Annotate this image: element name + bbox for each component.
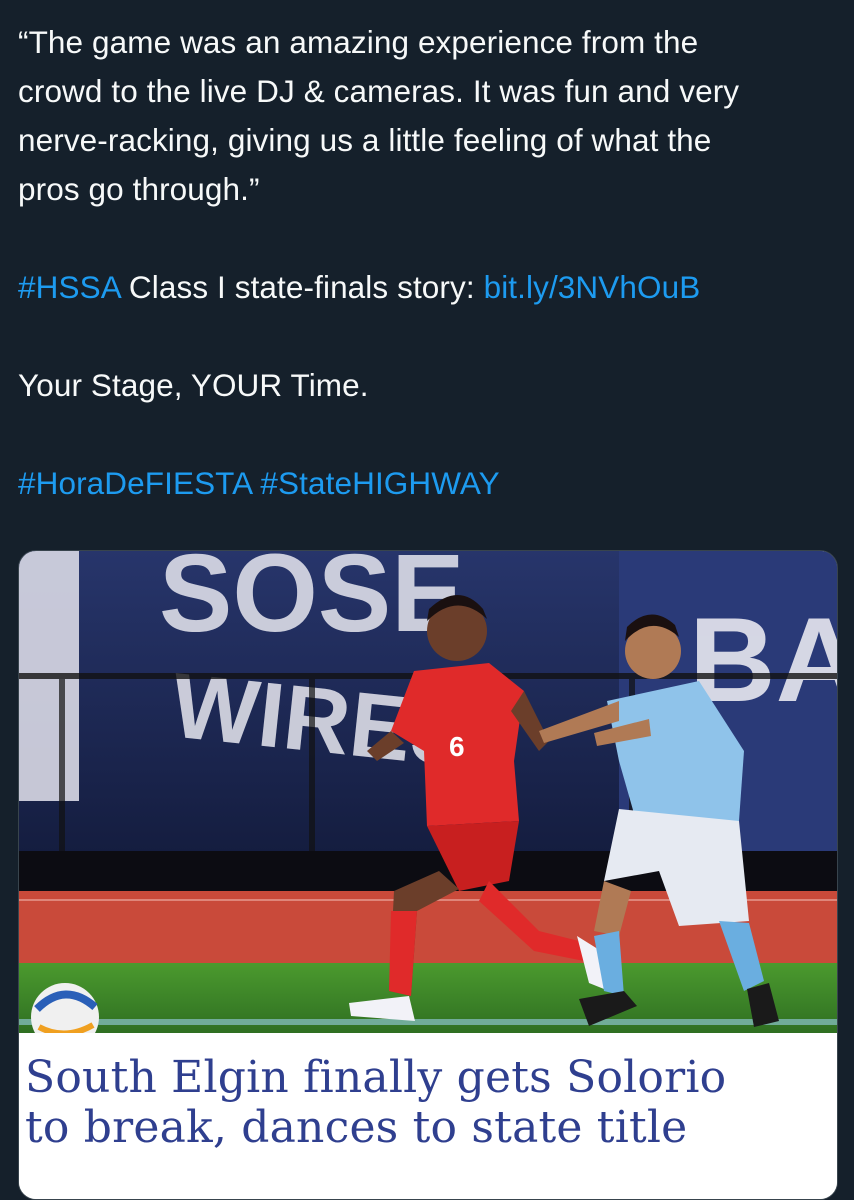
hashtag-line: #HoraDeFIESTA #StateHIGHWAY — [18, 459, 838, 508]
story-link[interactable]: bit.ly/3NVhOuB — [484, 269, 701, 305]
hashtag-hssa[interactable]: #HSSA — [18, 269, 120, 305]
hashtag-statehighway[interactable]: #StateHIGHWAY — [260, 465, 499, 501]
card-photo[interactable]: SOSE WIRES BA — [19, 551, 837, 1033]
headline-title: South Elgin finally gets Solorio to brea… — [25, 1053, 825, 1153]
quote-line-4: pros go through.” — [18, 171, 260, 207]
hashtag-horadefiesta[interactable]: #HoraDeFIESTA — [18, 465, 252, 501]
headline-line-2: to break, dances to state title — [25, 1102, 688, 1153]
story-text: Class I state-finals story: — [120, 269, 484, 305]
quote-line-2: crowd to the live DJ & cameras. It was f… — [18, 73, 740, 109]
banner-text-top: SOSE — [159, 551, 465, 655]
headline-line-1: South Elgin finally gets Solorio — [25, 1052, 727, 1103]
tagline: Your Stage, YOUR Time. — [18, 367, 369, 403]
link-preview-card[interactable]: SOSE WIRES BA — [18, 550, 838, 1200]
jersey-number: 6 — [449, 731, 465, 762]
quote-line-1: “The game was an amazing experience from… — [18, 24, 699, 60]
quote-line-3: nerve-racking, giving us a little feelin… — [18, 122, 712, 158]
tweet-text: “The game was an amazing experience from… — [18, 18, 838, 508]
story-line: #HSSA Class I state-finals story: bit.ly… — [18, 263, 838, 312]
card-headline[interactable]: South Elgin finally gets Solorio to brea… — [19, 1033, 837, 1199]
soccer-photo: SOSE WIRES BA — [19, 551, 837, 1033]
